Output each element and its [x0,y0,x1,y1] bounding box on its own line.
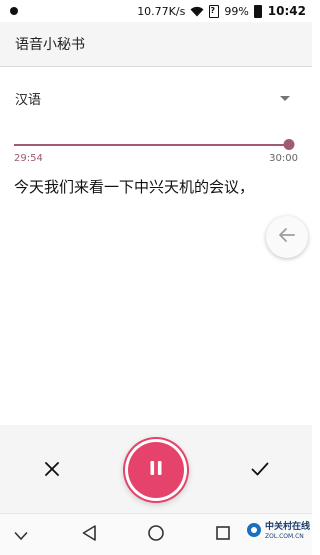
pause-button[interactable] [128,442,184,498]
square-recents-icon [215,525,231,545]
slider-thumb[interactable] [283,139,295,150]
triangle-back-icon [81,524,97,546]
close-icon [45,461,59,480]
watermark-logo-text: 中关村在线 [265,522,311,532]
arrow-left-icon [277,225,297,249]
playback-slider[interactable] [14,139,298,151]
circle-home-icon [147,524,165,546]
battery-icon [253,4,262,18]
floating-back-bubble[interactable] [266,216,308,258]
nav-recents-button[interactable] [212,524,234,546]
network-speed: 10.77K/s [137,4,186,18]
total-time: 30:00 [269,153,298,164]
slider-track [14,144,292,146]
wifi-icon [190,6,204,17]
app-bar: 语音小秘书 [0,22,312,67]
cancel-button[interactable] [40,458,64,482]
transcript-text: 今天我们来看一下中兴天机的会议， [14,178,255,196]
nav-hide-keyboard-button[interactable] [10,524,32,546]
notification-dot-icon [10,7,18,15]
zol-logo-icon [246,522,262,542]
confirm-button[interactable] [248,458,272,482]
dropdown-arrow-icon [280,95,290,101]
sim-icon: ? [209,4,220,18]
zol-watermark: 中关村在线 ZOL.COM.CN [246,517,310,547]
current-time: 29:54 [14,153,43,164]
app-title: 语音小秘书 [15,37,85,53]
pause-icon [149,460,163,480]
watermark-url: ZOL.COM.CN [265,533,304,540]
control-panel [0,425,312,513]
nav-back-button[interactable] [78,524,100,546]
language-dropdown[interactable]: 汉语 [0,80,312,116]
battery-percent: 99% [224,4,249,18]
status-bar: 10.77K/s ? 99% 10:42 [0,0,312,22]
language-selected: 汉语 [15,92,42,108]
chevron-down-icon [14,526,28,545]
clock: 10:42 [267,4,306,18]
nav-home-button[interactable] [145,524,167,546]
check-icon [251,461,269,480]
